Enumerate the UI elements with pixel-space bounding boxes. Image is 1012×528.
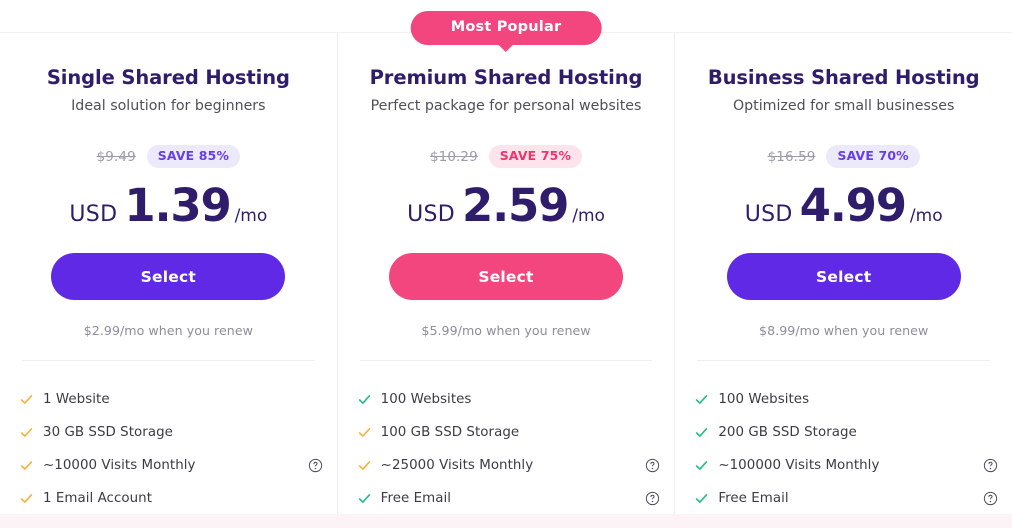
save-row: $9.49 SAVE 85% xyxy=(0,144,337,169)
help-circle-icon[interactable] xyxy=(983,491,998,506)
feature-label: Free Email xyxy=(380,491,451,507)
pricing-card: Single Shared Hosting Ideal solution for … xyxy=(0,33,337,514)
feature-list: 100 Websites 200 GB SSD Storage ~100000 Vi… xyxy=(675,383,1012,515)
save-badge: SAVE 85% xyxy=(146,144,241,169)
price-row: USD 1.39/mo xyxy=(0,183,337,228)
check-icon xyxy=(695,492,708,505)
help-circle-icon[interactable] xyxy=(308,458,323,473)
select-button[interactable]: Select xyxy=(726,253,961,301)
feature-item: 200 GB SSD Storage xyxy=(695,416,998,449)
check-icon xyxy=(358,426,371,439)
select-button-wrap: Select xyxy=(338,253,675,301)
check-icon xyxy=(695,459,708,472)
feature-item: ~100000 Visits Monthly xyxy=(695,449,998,482)
price-period: /mo xyxy=(234,206,268,227)
select-button[interactable]: Select xyxy=(51,253,286,301)
feature-item: 100 Websites xyxy=(358,383,661,416)
plan-title: Business Shared Hosting xyxy=(707,66,980,89)
price-row: USD 2.59/mo xyxy=(338,183,675,228)
feature-label: ~10000 Visits Monthly xyxy=(43,458,196,474)
price-amount: 2.59 xyxy=(462,179,569,233)
feature-label: ~100000 Visits Monthly xyxy=(718,458,880,474)
feature-label: 1 Website xyxy=(43,392,110,408)
original-price: $10.29 xyxy=(429,148,478,165)
price-currency: USD xyxy=(69,202,118,228)
plan-title: Premium Shared Hosting xyxy=(369,66,643,89)
feature-label: 30 GB SSD Storage xyxy=(43,425,173,441)
feature-item: 1 Website xyxy=(20,383,323,416)
pricing-cards: Single Shared Hosting Ideal solution for … xyxy=(0,11,1012,515)
renewal-note: $8.99/mo when you renew xyxy=(759,323,929,339)
save-badge: SAVE 75% xyxy=(488,144,583,169)
feature-label: 100 GB SSD Storage xyxy=(380,425,520,441)
help-circle-icon[interactable] xyxy=(645,491,660,506)
most-popular-badge: Most Popular xyxy=(410,11,602,45)
help-circle-icon[interactable] xyxy=(983,458,998,473)
renewal-note: $5.99/mo when you renew xyxy=(421,323,591,339)
check-icon xyxy=(358,459,371,472)
feature-item: 100 GB SSD Storage xyxy=(358,416,661,449)
plan-subtitle: Optimized for small businesses xyxy=(732,98,955,115)
feature-divider xyxy=(697,360,991,362)
check-icon xyxy=(695,426,708,439)
feature-label: ~25000 Visits Monthly xyxy=(380,458,534,474)
check-icon xyxy=(20,426,33,439)
feature-list: 1 Website 30 GB SSD Storage ~10000 Visits … xyxy=(0,383,337,515)
feature-item: Free Email xyxy=(695,482,998,515)
feature-divider xyxy=(359,360,653,362)
select-button-wrap: Select xyxy=(0,253,337,301)
help-circle-icon[interactable] xyxy=(645,458,660,473)
pricing-card: Most Popular Premium Shared Hosting Perfec… xyxy=(336,11,675,515)
feature-label: 200 GB SSD Storage xyxy=(718,425,857,441)
select-button-wrap: Select xyxy=(675,253,1012,301)
pricing-page: Single Shared Hosting Ideal solution for … xyxy=(0,0,1012,528)
feature-label: 100 Websites xyxy=(380,392,472,408)
bottom-strip xyxy=(0,514,1012,528)
plan-subtitle: Perfect package for personal websites xyxy=(370,98,642,115)
select-button[interactable]: Select xyxy=(389,253,623,301)
feature-item: 1 Email Account xyxy=(20,482,323,515)
feature-item: ~25000 Visits Monthly xyxy=(358,449,661,482)
original-price: $9.49 xyxy=(96,148,136,165)
check-icon xyxy=(358,393,371,406)
check-icon xyxy=(20,492,33,505)
price-period: /mo xyxy=(909,206,943,227)
feature-divider xyxy=(22,360,315,362)
feature-label: 100 Websites xyxy=(718,392,810,408)
renewal-note: $2.99/mo when you renew xyxy=(83,323,253,339)
check-icon xyxy=(20,393,33,406)
price-amount: 4.99 xyxy=(799,179,907,233)
check-icon xyxy=(695,393,708,406)
original-price: $16.59 xyxy=(767,148,816,165)
feature-item: ~10000 Visits Monthly xyxy=(20,449,323,482)
plan-subtitle: Ideal solution for beginners xyxy=(71,98,266,115)
feature-label: Free Email xyxy=(718,491,789,507)
save-row: $16.59 SAVE 70% xyxy=(675,144,1012,169)
feature-item: 100 Websites xyxy=(695,383,998,416)
plan-title: Single Shared Hosting xyxy=(46,66,290,89)
feature-item: Free Email xyxy=(358,482,661,515)
feature-item: 30 GB SSD Storage xyxy=(20,416,323,449)
check-icon xyxy=(20,459,33,472)
save-badge: SAVE 70% xyxy=(826,144,920,169)
save-row: $10.29 SAVE 75% xyxy=(338,144,675,169)
price-period: /mo xyxy=(572,206,605,227)
check-icon xyxy=(358,492,371,505)
feature-label: 1 Email Account xyxy=(43,491,152,507)
price-currency: USD xyxy=(744,202,793,228)
price-row: USD 4.99/mo xyxy=(675,183,1012,228)
price-currency: USD xyxy=(407,202,455,228)
price-amount: 1.39 xyxy=(124,179,231,233)
pricing-card: Business Shared Hosting Optimized for sma… xyxy=(674,33,1012,514)
feature-list: 100 Websites 100 GB SSD Storage ~25000 Vis… xyxy=(338,383,675,515)
